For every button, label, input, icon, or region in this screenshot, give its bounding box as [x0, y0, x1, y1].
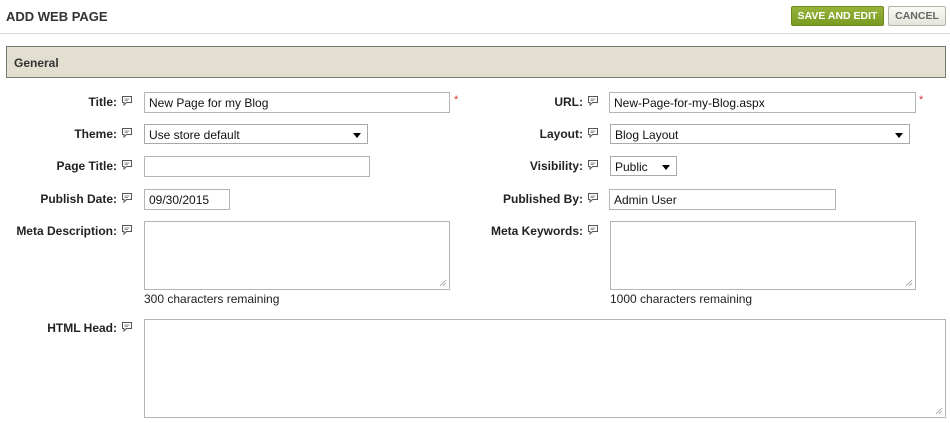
title-label: Title:: [88, 95, 117, 109]
meta-keywords-label: Meta Keywords:: [490, 224, 583, 238]
help-icon[interactable]: [121, 192, 133, 204]
help-icon[interactable]: [121, 321, 133, 333]
visibility-selected-value: Public: [615, 160, 648, 174]
html-head-label: HTML Head:: [47, 321, 117, 335]
html-head-textarea[interactable]: [144, 319, 946, 418]
help-icon[interactable]: [587, 159, 599, 171]
resize-grip-icon[interactable]: [935, 407, 943, 415]
published-by-label: Published By:: [502, 192, 583, 206]
page-title: ADD WEB PAGE: [6, 9, 108, 24]
meta-keywords-remaining: 1000 characters remaining: [610, 292, 753, 306]
help-icon[interactable]: [587, 95, 599, 107]
cancel-button[interactable]: CANCEL: [888, 6, 946, 26]
publish-date-label: Publish Date:: [40, 192, 117, 206]
required-indicator: *: [919, 94, 924, 106]
resize-grip-icon[interactable]: [439, 279, 447, 287]
published-by-input[interactable]: [609, 189, 836, 210]
publish-date-input[interactable]: [144, 189, 230, 210]
help-icon[interactable]: [587, 224, 599, 236]
help-icon[interactable]: [587, 127, 599, 139]
help-icon[interactable]: [121, 95, 133, 107]
required-indicator: *: [454, 94, 459, 106]
visibility-select[interactable]: Public: [610, 156, 677, 176]
help-icon[interactable]: [121, 224, 133, 236]
theme-selected-value: Use store default: [149, 128, 240, 142]
meta-description-textarea[interactable]: [144, 221, 450, 290]
layout-label: Layout:: [539, 127, 583, 141]
help-icon[interactable]: [121, 159, 133, 171]
url-label: URL:: [554, 95, 583, 109]
help-icon[interactable]: [121, 127, 133, 139]
chevron-down-icon: [662, 165, 670, 170]
chevron-down-icon: [353, 133, 361, 138]
visibility-label: Visibility:: [529, 159, 583, 173]
meta-description-label: Meta Description:: [16, 224, 117, 238]
page-title-input[interactable]: [144, 156, 370, 177]
page-header: ADD WEB PAGE SAVE AND EDIT CANCEL: [0, 0, 950, 34]
meta-description-remaining: 300 characters remaining: [144, 292, 280, 306]
title-input[interactable]: [144, 92, 450, 113]
url-input[interactable]: [609, 92, 916, 113]
section-title: General: [14, 56, 59, 70]
resize-grip-icon[interactable]: [905, 279, 913, 287]
chevron-down-icon: [895, 133, 903, 138]
theme-label: Theme:: [74, 127, 117, 141]
meta-keywords-textarea[interactable]: [610, 221, 916, 290]
theme-select[interactable]: Use store default: [144, 124, 368, 144]
save-and-edit-button[interactable]: SAVE AND EDIT: [791, 6, 884, 26]
layout-selected-value: Blog Layout: [615, 128, 679, 142]
help-icon[interactable]: [587, 192, 599, 204]
layout-select[interactable]: Blog Layout: [610, 124, 910, 144]
general-section-header: General: [6, 46, 946, 78]
page-title-label: Page Title:: [56, 159, 117, 173]
